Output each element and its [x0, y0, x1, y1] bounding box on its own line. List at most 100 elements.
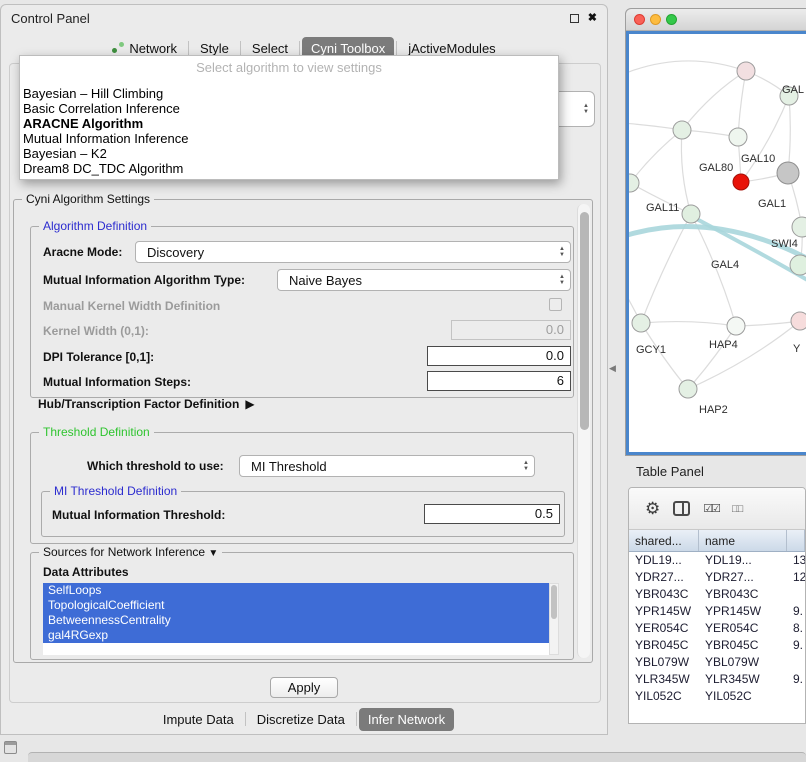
network-node[interactable] — [777, 162, 799, 184]
network-edge[interactable] — [629, 61, 746, 75]
network-edge[interactable] — [641, 322, 736, 326]
mi-steps-input[interactable]: 6 — [427, 371, 571, 391]
bottom-panel-edge — [28, 752, 806, 762]
table-cell: YER054C — [629, 620, 699, 637]
node-label: Y — [793, 343, 801, 355]
node-label: GCY1 — [636, 344, 666, 356]
desktop: Control Panel ✖ NetworkStyleSelectCyni T… — [0, 0, 806, 762]
network-node[interactable] — [729, 128, 747, 146]
manual-kernel-checkbox[interactable] — [549, 298, 562, 311]
list-scrollbar[interactable] — [549, 583, 559, 655]
network-edge[interactable] — [688, 321, 800, 389]
minimized-panel-icon[interactable] — [4, 741, 17, 754]
window-buttons: ✖ — [570, 13, 597, 24]
cyni-settings-group: Cyni Algorithm Settings Algorithm Defini… — [13, 199, 593, 663]
deselect-all-icon[interactable]: □□ — [732, 503, 741, 515]
network-edge[interactable] — [736, 321, 800, 326]
node-label: HAP4 — [709, 339, 738, 351]
attribute-item[interactable]: BetweennessCentrality — [43, 613, 549, 628]
table-cell: YBL079W — [699, 654, 787, 671]
network-node[interactable] — [791, 312, 806, 330]
kernel-width-input[interactable]: 0.0 — [451, 320, 571, 340]
network-edge[interactable] — [688, 326, 736, 389]
network-window-titlebar — [626, 9, 806, 31]
kernel-width-label: Kernel Width (0,1): — [43, 324, 149, 338]
minimize-traffic-light-icon[interactable] — [650, 14, 661, 25]
network-edge[interactable] — [788, 96, 790, 173]
bottom-tab-infer-network[interactable]: Infer Network — [359, 708, 454, 731]
table-row[interactable]: YIL052CYIL052C — [629, 688, 805, 705]
table-panel-title: Table Panel — [636, 464, 704, 479]
data-attributes-list: SelfLoopsTopologicalCoefficientBetweenne… — [43, 583, 549, 655]
network-canvas[interactable]: GAL80GAL10GAL11GAL1SWI4GAL4GCY1HAP4HAP2G… — [626, 31, 806, 455]
attribute-item[interactable]: SelfLoops — [43, 583, 549, 598]
list-scrollbar-thumb[interactable] — [551, 585, 557, 619]
table-row[interactable]: YDR27...YDR27...12 — [629, 569, 805, 586]
table-row[interactable]: YDL19...YDL19...13 — [629, 552, 805, 569]
aracne-mode-select[interactable]: Discovery ▲▼ — [135, 241, 571, 263]
panel-collapse-arrow[interactable]: ◀ — [609, 363, 616, 374]
table-row[interactable]: YBR045CYBR045C9. — [629, 637, 805, 654]
network-node[interactable] — [727, 317, 745, 335]
mi-type-select[interactable]: Naive Bayes ▲▼ — [277, 269, 571, 291]
network-edge[interactable] — [641, 323, 688, 389]
table-cell: YBL079W — [629, 654, 699, 671]
bottom-tab-discretize-data[interactable]: Discretize Data — [248, 708, 354, 731]
algorithm-option[interactable]: Mutual Information Inference — [20, 131, 558, 146]
collapse-arrow-icon: ▼ — [208, 548, 218, 559]
network-edge[interactable] — [738, 71, 746, 137]
dpi-tolerance-input[interactable]: 0.0 — [427, 346, 571, 366]
table-cell: YDL19... — [629, 552, 699, 569]
select-all-icon[interactable]: ☑☑ — [703, 502, 719, 515]
gear-icon[interactable]: ⚙ — [645, 500, 660, 517]
zoom-traffic-light-icon[interactable] — [666, 14, 677, 25]
attribute-item[interactable]: gal4RGexp — [43, 628, 549, 643]
network-node[interactable] — [673, 121, 691, 139]
algorithm-option[interactable]: Bayesian – Hill Climbing — [20, 86, 558, 101]
column-header[interactable]: name — [699, 530, 787, 551]
network-node[interactable] — [682, 205, 700, 223]
float-window-icon[interactable] — [570, 14, 579, 23]
network-canvas-svg: GAL80GAL10GAL11GAL1SWI4GAL4GCY1HAP4HAP2G… — [629, 34, 806, 454]
column-header[interactable] — [787, 530, 805, 551]
which-threshold-select[interactable]: MI Threshold ▲▼ — [239, 455, 535, 477]
network-edge[interactable] — [630, 130, 682, 183]
tab-label: jActiveModules — [408, 41, 495, 56]
close-traffic-light-icon[interactable] — [634, 14, 645, 25]
network-edge[interactable] — [681, 130, 691, 214]
columns-icon[interactable] — [673, 501, 690, 516]
table-cell: YPR145W — [699, 603, 787, 620]
bottom-tab-impute-data[interactable]: Impute Data — [154, 708, 243, 731]
network-node[interactable] — [790, 255, 806, 275]
network-edge[interactable] — [682, 71, 746, 130]
tab-label: Impute Data — [163, 712, 234, 727]
attribute-item[interactable]: TopologicalCoefficient — [43, 598, 549, 613]
table-row[interactable]: YPR145WYPR145W9. — [629, 603, 805, 620]
network-node[interactable] — [792, 217, 806, 237]
close-window-icon[interactable]: ✖ — [588, 13, 597, 24]
node-label: HAP2 — [699, 404, 728, 416]
which-threshold-label: Which threshold to use: — [87, 459, 224, 473]
node-label: GAL — [782, 84, 804, 96]
network-node[interactable] — [632, 314, 650, 332]
apply-button[interactable]: Apply — [270, 677, 338, 698]
table-row[interactable]: YLR345WYLR345W9. — [629, 671, 805, 688]
settings-scrollbar-thumb[interactable] — [580, 212, 589, 430]
network-node[interactable] — [737, 62, 755, 80]
hub-definition-toggle[interactable]: Hub/Transcription Factor Definition ▶ — [38, 397, 255, 411]
settings-scrollbar[interactable] — [577, 204, 590, 658]
network-node[interactable] — [679, 380, 697, 398]
algorithm-option[interactable]: Bayesian – K2 — [20, 146, 558, 161]
algorithm-option[interactable]: ARACNE Algorithm — [20, 116, 558, 131]
algorithm-option[interactable]: Basic Correlation Inference — [20, 101, 558, 116]
table-row[interactable]: YER054CYER054C8. — [629, 620, 805, 637]
sources-group-toggle[interactable]: Sources for Network Inference ▼ — [39, 545, 222, 559]
algorithm-dropdown-popup: Select algorithm to view settings Bayesi… — [19, 55, 559, 180]
algorithm-option[interactable]: Dream8 DC_TDC Algorithm — [20, 161, 558, 176]
mi-threshold-input[interactable]: 0.5 — [424, 504, 560, 524]
table-row[interactable]: YBR043CYBR043C — [629, 586, 805, 603]
network-node[interactable] — [629, 174, 639, 192]
table-row[interactable]: YBL079WYBL079W — [629, 654, 805, 671]
column-header[interactable]: shared... — [629, 530, 699, 551]
network-node[interactable] — [733, 174, 749, 190]
